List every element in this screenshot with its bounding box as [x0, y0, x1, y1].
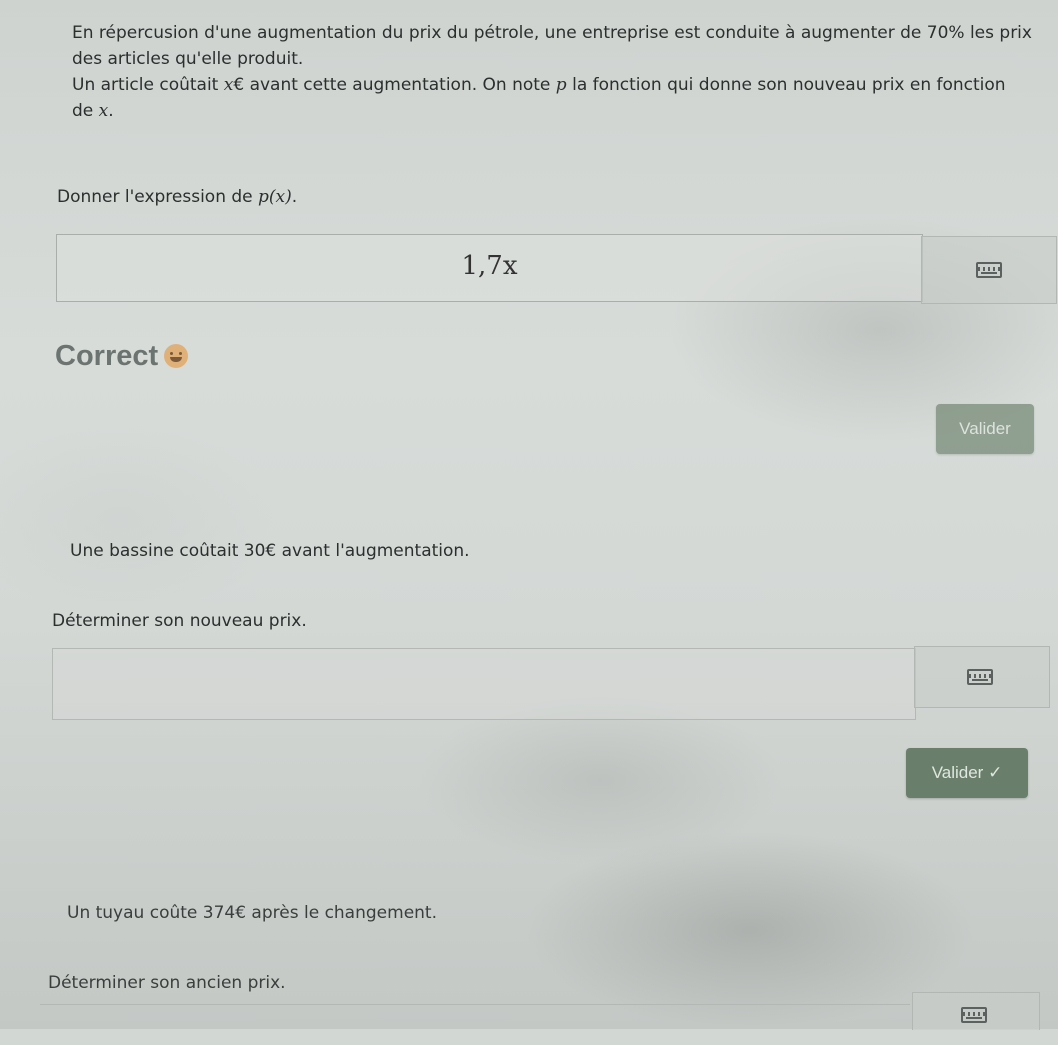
question3-statement: Un tuyau coûte 374€ après le changement. [67, 903, 437, 923]
question2-statement: Une bassine coûtait 30€ avant l'augmenta… [70, 541, 470, 561]
question1-line2-part: € avant cette augmentation. On note [233, 75, 556, 95]
question1-keyboard-button[interactable] [921, 236, 1057, 304]
question1-line2-part: . [108, 101, 114, 121]
question1-prompt: Donner l'expression de p(x). [57, 184, 297, 210]
question1-prompt-text: Donner l'expression de [57, 187, 259, 207]
question1-line2: Un article coûtait x€ avant cette augmen… [72, 72, 1032, 124]
question1-answer-value: 1,7x [461, 251, 518, 281]
question2-answer-field[interactable] [52, 648, 916, 720]
question1-line1: En répercusion d'une augmentation du pri… [72, 23, 1032, 69]
question2-validate-button[interactable]: Valider ✓ [906, 748, 1028, 798]
keyboard-icon [967, 669, 993, 685]
variable-x: x [223, 75, 234, 95]
question1-line2-part: Un article coûtait [72, 75, 224, 95]
feedback-text: Correct [55, 340, 159, 372]
question1-feedback: Correct [55, 340, 189, 373]
keyboard-icon [976, 262, 1002, 278]
expression-p-of-x: p(x) [258, 187, 292, 207]
question3-answer-field[interactable] [40, 1004, 910, 1045]
question1-prompt-end: . [291, 187, 298, 207]
exercise-page: En répercusion d'une augmentation du pri… [0, 0, 1058, 1030]
question1-validate-button[interactable]: Valider [936, 404, 1034, 454]
variable-x: x [98, 101, 109, 121]
function-p: p [555, 75, 567, 95]
question2-prompt: Déterminer son nouveau prix. [52, 611, 307, 631]
keyboard-icon [961, 1007, 987, 1023]
question3-keyboard-button[interactable] [912, 992, 1040, 1030]
question1-answer-field[interactable]: 1,7x [56, 234, 923, 302]
smiley-icon [164, 344, 189, 368]
question3-prompt: Déterminer son ancien prix. [48, 973, 286, 993]
question1-statement: En répercusion d'une augmentation du pri… [72, 20, 1032, 124]
question2-keyboard-button[interactable] [914, 646, 1050, 708]
